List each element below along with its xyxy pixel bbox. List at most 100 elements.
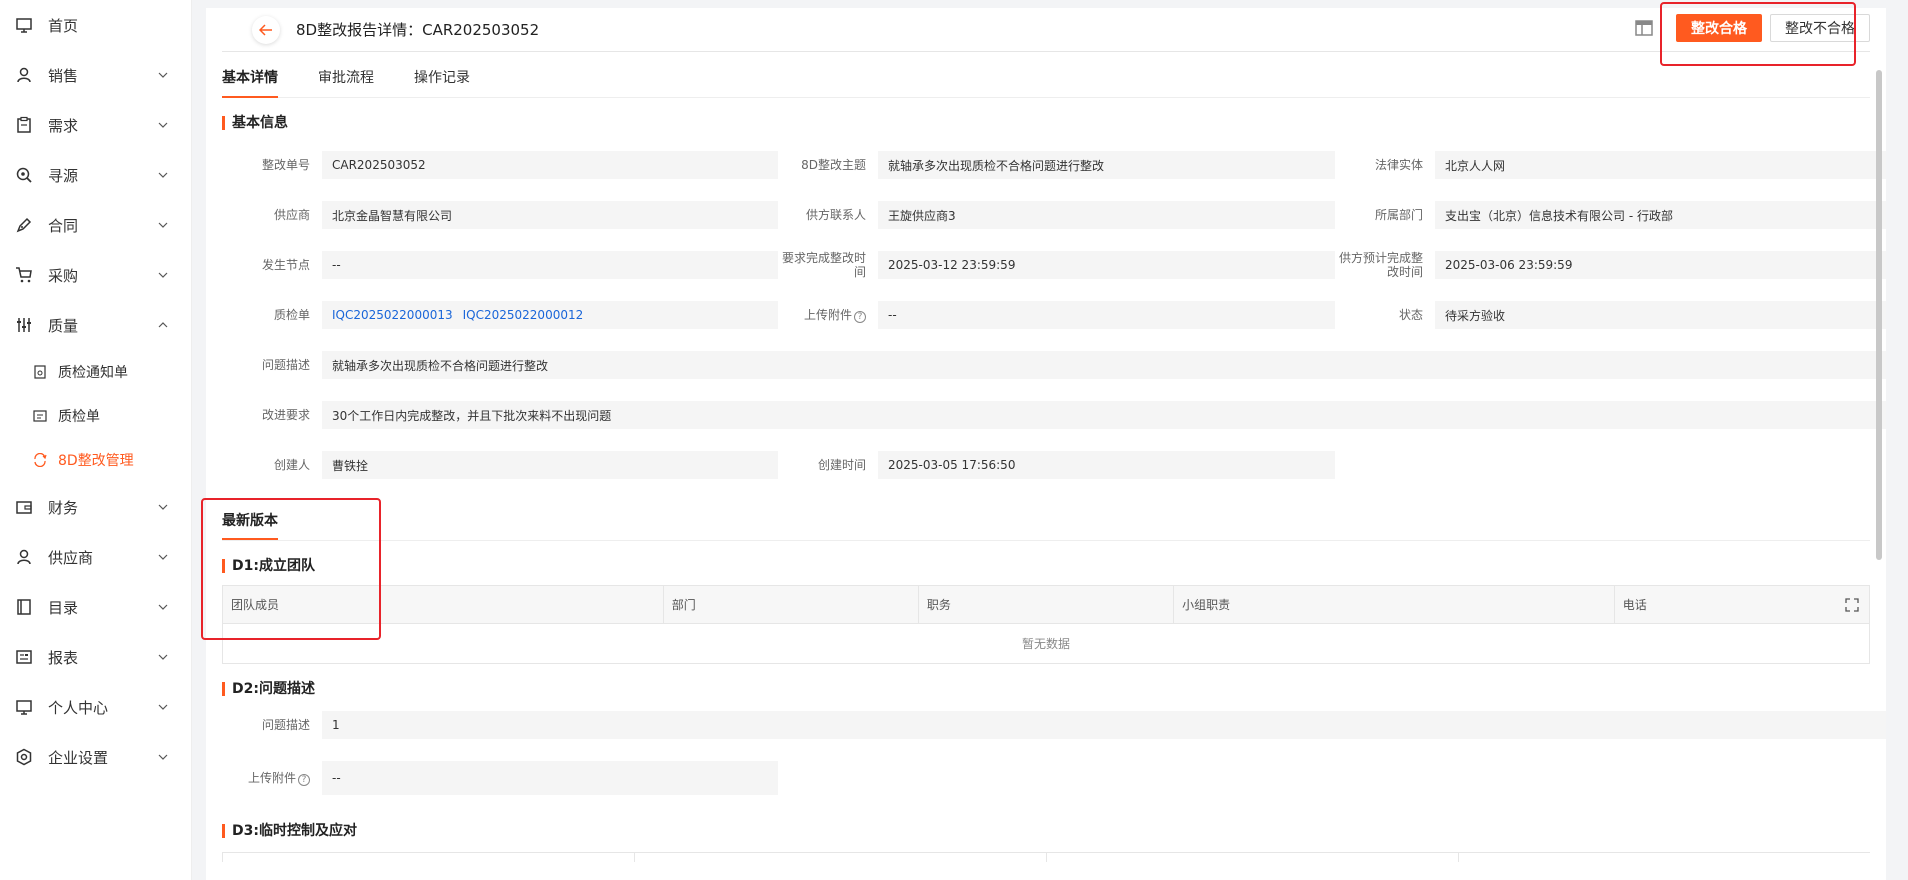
d2-grid: 问题描述 1 上传附件? -- [222,700,1886,806]
detail-card: 8D整改报告详情：CAR202503052 整改合格 整改不合格 基本详情 审批… [206,8,1886,880]
field-label: 上传附件? [222,771,322,786]
nav-sourcing[interactable]: 寻源 [0,150,191,200]
header-actions: 整改合格 整改不合格 [1634,14,1870,42]
nav-8d-management[interactable]: 8D整改管理 [0,438,191,482]
field-value: 30个工作日内完成整改，并且下批次来料不出现问题 [322,401,1886,429]
tab-bar: 基本详情 审批流程 操作记录 [222,52,1870,98]
field-label: 上传附件? [778,308,878,323]
field-label: 整改单号 [261,158,310,172]
layout-icon[interactable] [1634,18,1654,38]
field-label: 改进要求 [261,408,310,422]
field-d2-problem: 问题描述 1 [222,700,1886,750]
nav-purchase[interactable]: 采购 [0,250,191,300]
empty-text: 暂无数据 [222,623,1870,664]
field-label: 所属部门 [1374,208,1423,222]
field-value: 1 [322,711,1886,739]
section-d1: D1:成立团队 [222,559,1886,573]
nav-demand[interactable]: 需求 [0,100,191,150]
field-required-time: 要求完成整改时间 2025-03-12 23:59:59 [778,240,1335,290]
chevron-down-icon [157,651,169,663]
field-creator: 创建人 曹铁拴 [222,440,778,490]
field-improve: 改进要求 30个工作日内完成整改，并且下批次来料不出现问题 [222,390,1886,440]
team-table-header: 团队成员 部门 职务 小组职责 电话 [222,585,1871,624]
sidebar: 首页 销售 需求 寻源 合同 采购 质量 质检通知单 质检单 8D整改管理 财务… [0,0,192,880]
nav-quality[interactable]: 质量 [0,300,191,350]
table-cell [1458,853,1870,862]
field-theme: 8D整改主题 就轴承多次出现质检不合格问题进行整改 [778,140,1335,190]
nav-label: 质量 [48,316,79,335]
nav-label: 财务 [48,498,79,517]
tab-approval-flow[interactable]: 审批流程 [318,67,374,97]
section-basic-info: 基本信息 [222,116,1886,130]
field-dept: 所属部门 支出宝（北京）信息技术有限公司 - 行政部 [1335,190,1886,240]
main-content: 8D整改报告详情：CAR202503052 整改合格 整改不合格 基本详情 审批… [192,0,1908,880]
cart-icon [14,265,34,285]
version-divider [222,540,1870,541]
field-label: 问题描述 [261,718,310,732]
page-header: 8D整改报告详情：CAR202503052 整改合格 整改不合格 [222,8,1870,52]
pen-icon [14,215,34,235]
team-table: 团队成员 部门 职务 小组职责 电话 暂无数据 [222,585,1871,664]
field-order-no: 整改单号 CAR202503052 [222,140,778,190]
qc-link[interactable]: IQC2025022000013 [332,308,453,322]
basic-info-grid: 整改单号 CAR202503052 8D整改主题 就轴承多次出现质检不合格问题进… [222,140,1886,490]
field-node: 发生节点 -- [222,240,778,290]
nav-qc-notice[interactable]: 质检通知单 [0,350,191,394]
nav-label: 采购 [48,266,79,285]
field-value: -- [322,251,778,279]
field-value: 2025-03-06 23:59:59 [1435,251,1886,279]
nav-enterprise-settings[interactable]: 企业设置 [0,732,191,782]
nav-label: 需求 [48,116,79,135]
page-title: 8D整改报告详情：CAR202503052 [296,21,540,39]
nav-personal[interactable]: 个人中心 [0,682,191,732]
nav-catalog[interactable]: 目录 [0,582,191,632]
nav-supplier[interactable]: 供应商 [0,532,191,582]
nav-sales[interactable]: 销售 [0,50,191,100]
back-button[interactable] [252,15,280,44]
table-icon [14,647,34,667]
qc-link[interactable]: IQC2025022000012 [463,308,584,322]
search-icon [14,165,34,185]
tab-basic-detail[interactable]: 基本详情 [222,67,278,98]
field-label: 质检单 [273,308,310,322]
nav-finance[interactable]: 财务 [0,482,191,532]
nav-label: 报表 [48,648,79,667]
chevron-down-icon [157,551,169,563]
field-label: 法律实体 [1374,158,1423,172]
field-label: 发生节点 [261,258,310,272]
chevron-down-icon [157,69,169,81]
field-value: 就轴承多次出现质检不合格问题进行整改 [878,151,1335,179]
chevron-down-icon [157,701,169,713]
field-value: -- [878,301,1335,329]
nav-contract[interactable]: 合同 [0,200,191,250]
report-icon [32,408,48,424]
nav-home[interactable]: 首页 [0,0,191,50]
latest-version-tab[interactable]: 最新版本 [222,510,278,540]
nav-label: 首页 [48,16,79,35]
field-label: 状态 [1398,308,1423,322]
nav-report[interactable]: 报表 [0,632,191,682]
help-icon[interactable]: ? [854,310,866,323]
help-icon[interactable]: ? [298,773,310,786]
book-icon [14,597,34,617]
nav-qc-order[interactable]: 质检单 [0,394,191,438]
column-header: 团队成员 [222,585,664,624]
fullscreen-icon[interactable] [1845,598,1859,615]
section-d2: D2:问题描述 [222,682,1886,696]
fail-button[interactable]: 整改不合格 [1770,14,1870,42]
column-header: 电话 [1613,585,1871,624]
field-value: 待采方验收 [1435,301,1886,329]
pass-button[interactable]: 整改合格 [1676,14,1762,42]
chevron-down-icon [157,119,169,131]
scrollbar[interactable] [1876,70,1882,560]
user-icon [14,65,34,85]
field-value: 北京人人网 [1435,151,1886,179]
tab-operation-log[interactable]: 操作记录 [414,67,470,97]
sub-label: 质检通知单 [58,365,128,381]
refresh-icon [32,452,48,468]
arrow-left-icon [259,23,272,36]
field-qc-orders: 质检单 IQC2025022000013 IQC2025022000012 [222,290,778,340]
chevron-up-icon [157,319,169,331]
chevron-down-icon [157,219,169,231]
column-header-text: 电话 [1622,598,1647,612]
